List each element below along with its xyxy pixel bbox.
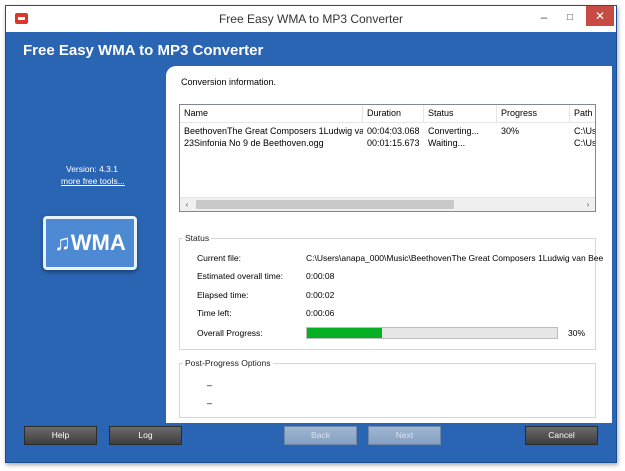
time-left-value: 0:00:06 [306, 308, 335, 318]
cell-status: Waiting... [428, 138, 466, 148]
time-left-label: Time left: [197, 308, 232, 318]
cell-duration: 00:04:03.068 [367, 126, 420, 136]
cell-status: Converting... [428, 126, 480, 136]
current-file-value: C:\Users\anapa_000\Music\BeethovenThe Gr… [306, 253, 604, 263]
table-row[interactable]: 23Sinfonia No 9 de Beethoven.ogg 00:01:1… [180, 137, 595, 149]
status-group-title: Status [183, 233, 212, 243]
cancel-button[interactable]: Cancel [525, 426, 598, 445]
main-panel: Conversion information. Name Duration St… [166, 66, 612, 423]
next-button[interactable]: Next [368, 426, 441, 445]
more-tools-link[interactable]: more free tools... [61, 176, 125, 186]
scroll-right-icon[interactable]: › [581, 198, 595, 211]
cell-duration: 00:01:15.673 [367, 138, 420, 148]
status-group: Status Current file: C:\Users\anapa_000\… [179, 233, 603, 350]
post-progress-option[interactable]: – [207, 380, 212, 390]
window-title: Free Easy WMA to MP3 Converter [218, 12, 404, 26]
app-header-title: Free Easy WMA to MP3 Converter [23, 42, 264, 59]
elapsed-time-value: 0:00:02 [306, 290, 335, 300]
file-list[interactable]: Name Duration Status Progress Path Beeth… [179, 104, 596, 212]
wma-logo: ♫WMA [43, 216, 137, 270]
post-progress-group: Post-Progress Options – – [179, 358, 596, 418]
column-header-name[interactable]: Name [180, 105, 363, 123]
overall-progress-percent: 30% [568, 328, 586, 338]
overall-progress-fill [307, 328, 382, 338]
cell-path: C:\Us [574, 126, 596, 136]
conversion-heading: Conversion information. [181, 77, 277, 87]
column-header-status[interactable]: Status [424, 105, 497, 123]
estimated-time-label: Estimated overall time: [197, 271, 283, 281]
maximize-button[interactable]: □ [559, 10, 581, 25]
file-list-header: Name Duration Status Progress Path [180, 105, 595, 123]
title-bar: Free Easy WMA to MP3 Converter – □ ✕ [6, 6, 616, 32]
scrollbar-thumb[interactable] [196, 200, 454, 209]
cell-name: 23Sinfonia No 9 de Beethoven.ogg [184, 138, 324, 148]
scroll-left-icon[interactable]: ‹ [180, 198, 194, 211]
overall-progress-bar [306, 327, 558, 339]
log-button[interactable]: Log [109, 426, 182, 445]
horizontal-scrollbar[interactable]: ‹ › [180, 197, 595, 211]
sidebar: Version: 4.3.1 more free tools... ♫WMA [6, 66, 166, 421]
minimize-button[interactable]: – [533, 10, 555, 25]
help-button[interactable]: Help [24, 426, 97, 445]
app-window: Free Easy WMA to MP3 Converter – □ ✕ Fre… [5, 5, 617, 463]
current-file-label: Current file: [197, 253, 241, 263]
estimated-time-value: 0:00:08 [306, 271, 335, 281]
post-progress-option[interactable]: – [207, 398, 212, 408]
column-header-progress[interactable]: Progress [497, 105, 570, 123]
column-header-duration[interactable]: Duration [363, 105, 424, 123]
overall-progress-label: Overall Progress: [197, 328, 263, 338]
column-header-path[interactable]: Path [570, 105, 595, 123]
post-progress-title: Post-Progress Options [183, 358, 273, 368]
cell-name: BeethovenThe Great Composers 1Ludwig van… [184, 126, 363, 136]
version-label: Version: 4.3.1 [66, 164, 118, 174]
cell-path: C:\Us [574, 138, 596, 148]
cell-progress: 30% [501, 126, 520, 136]
elapsed-time-label: Elapsed time: [197, 290, 249, 300]
close-button[interactable]: ✕ [586, 6, 614, 26]
back-button[interactable]: Back [284, 426, 357, 445]
table-row[interactable]: BeethovenThe Great Composers 1Ludwig van… [180, 125, 595, 137]
